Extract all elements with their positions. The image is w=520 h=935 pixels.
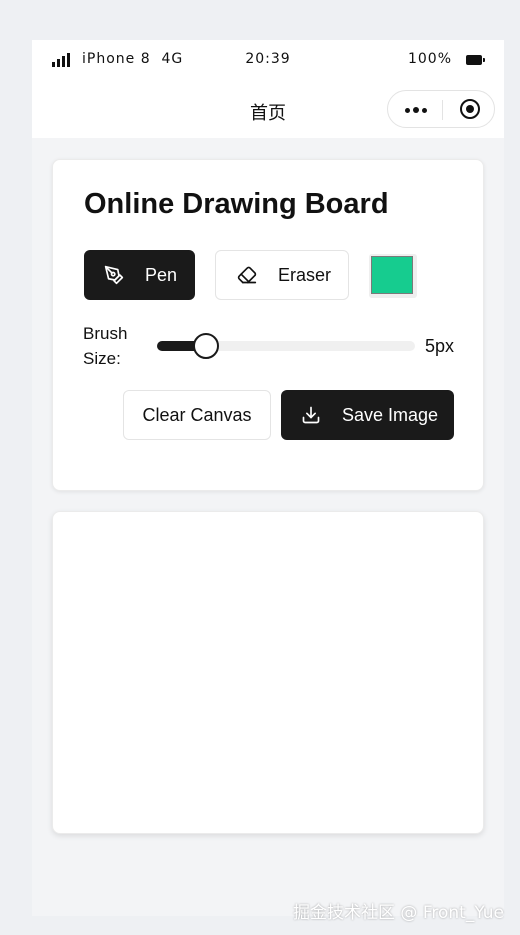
board-title: Online Drawing Board <box>84 188 389 220</box>
eraser-label: Eraser <box>278 264 332 285</box>
pen-label: Pen <box>145 264 178 285</box>
more-icon[interactable] <box>401 91 431 129</box>
eraser-icon <box>237 266 257 284</box>
mini-program-capsule <box>387 90 495 128</box>
brush-size-slider[interactable] <box>157 333 415 359</box>
color-swatch[interactable] <box>371 256 413 294</box>
watermark: 掘金技术社区 @ Front_Yue <box>293 903 504 923</box>
battery-icon <box>466 55 485 65</box>
capsule-divider <box>442 100 443 120</box>
download-icon <box>302 406 320 424</box>
controls-card: Online Drawing Board Pen Eraser Brush Si… <box>52 159 484 491</box>
slider-thumb[interactable] <box>192 333 219 359</box>
nav-bar: 首页 <box>32 80 504 138</box>
brush-size-value: 5px <box>425 336 455 356</box>
save-image-label: Save Image <box>342 404 439 425</box>
brush-size-label: Brush Size: <box>83 324 128 368</box>
save-image-button[interactable]: Save Image <box>281 390 454 440</box>
status-bar: iPhone 8 4G 20:39 100% <box>32 40 504 80</box>
pen-icon <box>104 265 124 285</box>
clear-canvas-button[interactable]: Clear Canvas <box>123 390 271 440</box>
eraser-button[interactable]: Eraser <box>215 250 349 300</box>
battery-percent: 100% <box>407 51 452 67</box>
clear-canvas-label: Clear Canvas <box>142 404 252 425</box>
color-picker[interactable] <box>369 254 417 298</box>
drawing-canvas[interactable] <box>52 511 484 834</box>
close-target-icon[interactable] <box>460 99 480 119</box>
pen-button[interactable]: Pen <box>84 250 195 300</box>
